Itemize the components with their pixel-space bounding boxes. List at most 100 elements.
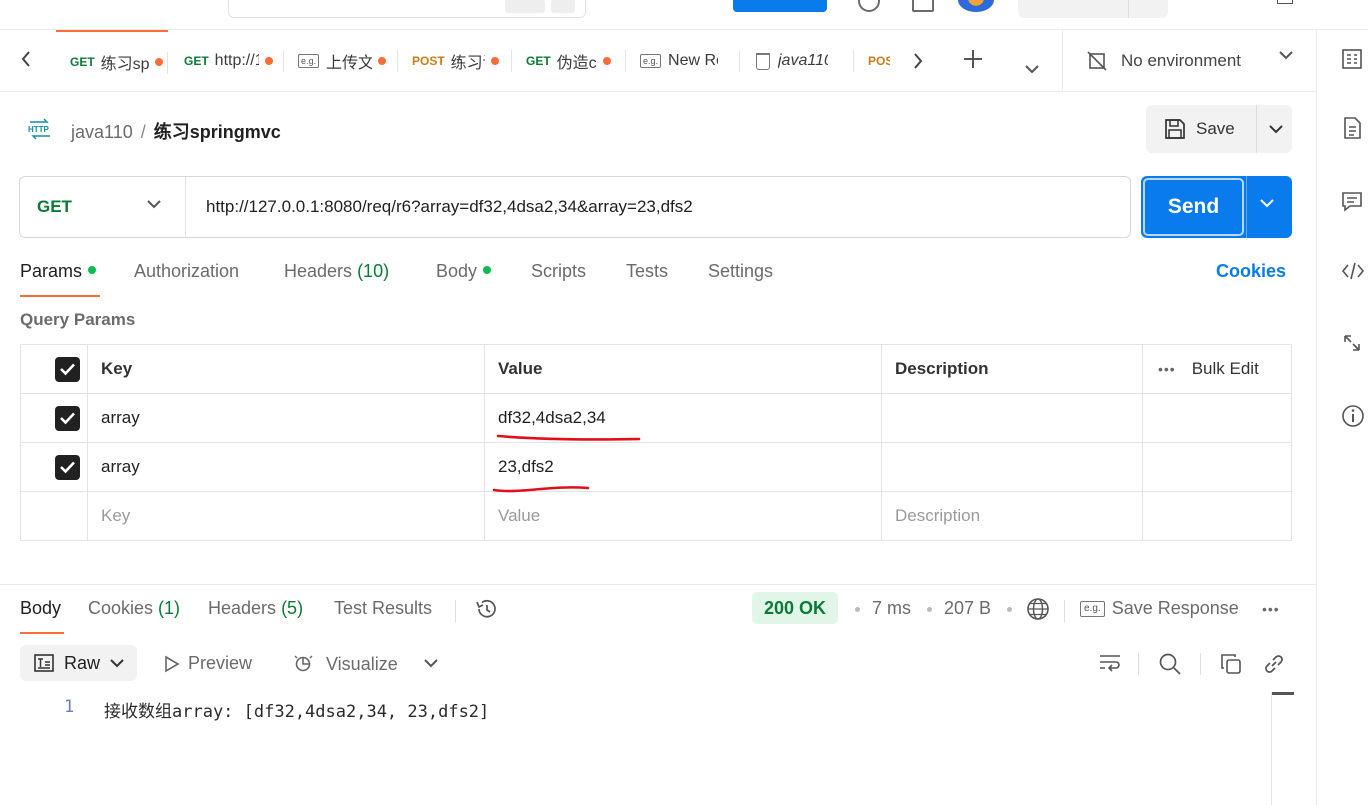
globe-icon[interactable] bbox=[1026, 597, 1050, 621]
documentation-icon[interactable] bbox=[1341, 116, 1363, 140]
method-selector[interactable]: GET bbox=[20, 177, 186, 237]
active-indicator-dot bbox=[483, 266, 492, 274]
tab-response-headers[interactable]: Headers (5) bbox=[208, 598, 303, 634]
chevron-down-icon[interactable] bbox=[1259, 198, 1275, 208]
chevron-down-icon[interactable] bbox=[1024, 54, 1040, 80]
wrap-lines-icon[interactable] bbox=[1098, 653, 1122, 673]
breadcrumb-request[interactable]: 练习springmvc bbox=[154, 122, 281, 142]
save-options-button[interactable] bbox=[1256, 105, 1292, 153]
new-value-input[interactable]: Value bbox=[485, 492, 882, 540]
url-input[interactable]: http://127.0.0.1:8080/req/r6?array=df32,… bbox=[206, 197, 693, 217]
code-snippet-icon[interactable] bbox=[1341, 260, 1365, 282]
tab-settings[interactable]: Settings bbox=[708, 261, 773, 297]
query-params-table: Key Value Description ••• Bulk Edit array… bbox=[20, 344, 1292, 541]
upgrade-button[interactable] bbox=[1018, 0, 1168, 18]
tab-label: Cookies bbox=[88, 598, 154, 618]
cookies-link[interactable]: Cookies bbox=[1216, 261, 1286, 282]
unsaved-dot bbox=[378, 57, 387, 65]
save-response-button[interactable]: e.g. Save Response bbox=[1080, 598, 1239, 619]
bulk-edit-button[interactable]: ••• Bulk Edit bbox=[1143, 345, 1291, 393]
new-key-input[interactable]: Key bbox=[88, 492, 485, 540]
visualize-button[interactable]: Visualize bbox=[292, 653, 398, 675]
send-label: Send bbox=[1143, 178, 1244, 236]
tab-tests[interactable]: Tests bbox=[626, 261, 668, 297]
link-icon[interactable] bbox=[1262, 653, 1286, 675]
avatar[interactable] bbox=[958, 0, 994, 12]
more-options-icon[interactable]: ••• bbox=[1158, 361, 1176, 377]
invite-button[interactable] bbox=[733, 0, 827, 12]
response-body-editor[interactable]: 1 接收数组array: [df32,4dsa2,34, 23,dfs2] bbox=[0, 694, 1270, 804]
history-icon[interactable] bbox=[474, 598, 498, 620]
notification-bell-icon[interactable] bbox=[912, 0, 934, 12]
bulk-edit-label: Bulk Edit bbox=[1191, 359, 1259, 378]
chevron-right-icon[interactable] bbox=[912, 50, 924, 76]
separator-dot bbox=[927, 607, 932, 612]
chevron-left-icon[interactable] bbox=[20, 50, 32, 73]
param-description[interactable] bbox=[882, 443, 1143, 491]
tab-test-results[interactable]: Test Results bbox=[334, 598, 432, 634]
param-key[interactable]: array bbox=[88, 394, 485, 442]
tab-scripts[interactable]: Scripts bbox=[531, 261, 586, 297]
select-all-checkbox[interactable] bbox=[55, 357, 80, 382]
response-time[interactable]: 7 ms bbox=[872, 598, 911, 619]
settings-icon[interactable] bbox=[858, 0, 880, 12]
search-bar[interactable] bbox=[228, 0, 586, 18]
column-header-description: Description bbox=[882, 345, 1143, 393]
more-options-icon[interactable]: ••• bbox=[1262, 601, 1280, 617]
window-maximize-icon[interactable] bbox=[1277, 0, 1293, 4]
status-badge[interactable]: 200 OK bbox=[752, 592, 839, 624]
tab-item[interactable]: java110 bbox=[740, 30, 854, 92]
tab-item[interactable]: POST bbox=[854, 30, 890, 92]
svg-text:HTTP: HTTP bbox=[28, 125, 50, 134]
separator bbox=[455, 600, 456, 622]
tab-item[interactable]: e.g. 上传文件 bbox=[284, 30, 398, 92]
chevron-down-icon[interactable] bbox=[424, 658, 438, 668]
tab-body[interactable]: Body bbox=[436, 261, 492, 297]
example-icon: e.g. bbox=[640, 54, 662, 68]
raw-format-dropdown[interactable]: Raw bbox=[20, 645, 137, 681]
tab-params[interactable]: Params bbox=[20, 261, 100, 297]
tab-authorization[interactable]: Authorization bbox=[134, 261, 239, 297]
tab-item[interactable]: e.g. New Request bbox=[626, 30, 740, 92]
save-button[interactable]: Save bbox=[1146, 105, 1292, 153]
param-key[interactable]: array bbox=[88, 443, 485, 491]
response-size[interactable]: 207 B bbox=[944, 598, 991, 619]
response-divider bbox=[0, 584, 1316, 585]
breadcrumb-collection[interactable]: java110 bbox=[71, 122, 133, 142]
row-checkbox[interactable] bbox=[55, 406, 80, 431]
tab-headers[interactable]: Headers (10) bbox=[284, 261, 389, 297]
tab-item[interactable]: GET 伪造cookie bbox=[512, 30, 626, 92]
shortcut-key bbox=[505, 0, 545, 13]
tab-item[interactable]: GET http://127.0.0.1 bbox=[170, 30, 284, 92]
tab-response-cookies[interactable]: Cookies (1) bbox=[88, 598, 180, 634]
info-icon[interactable] bbox=[1341, 404, 1365, 428]
related-collections-icon[interactable] bbox=[1341, 332, 1363, 354]
environment-quick-look-icon[interactable] bbox=[1341, 48, 1363, 70]
tab-title: 练习springmvc bbox=[100, 56, 149, 73]
active-indicator-dot bbox=[88, 266, 97, 274]
tab-response-body[interactable]: Body bbox=[20, 598, 64, 634]
tab-item[interactable]: GET 练习springmvc bbox=[56, 30, 168, 92]
tab-count: (1) bbox=[158, 598, 181, 618]
new-description-input[interactable]: Description bbox=[882, 492, 1143, 540]
new-tab-plus-icon[interactable] bbox=[962, 48, 984, 76]
copy-icon[interactable] bbox=[1220, 653, 1242, 675]
row-empty-cell bbox=[1143, 394, 1291, 442]
preview-button[interactable]: Preview bbox=[164, 653, 252, 674]
comments-icon[interactable] bbox=[1341, 190, 1363, 212]
param-value[interactable]: df32,4dsa2,34 bbox=[485, 394, 882, 442]
save-label: Save bbox=[1196, 119, 1235, 138]
param-value[interactable]: 23,dfs2 bbox=[485, 443, 882, 491]
search-icon[interactable] bbox=[1158, 653, 1182, 675]
response-scrollbar[interactable] bbox=[1271, 692, 1294, 805]
environment-selector[interactable]: No environment bbox=[1062, 30, 1316, 92]
example-icon: e.g. bbox=[298, 54, 320, 68]
scrollbar-thumb[interactable] bbox=[1272, 692, 1294, 695]
param-description[interactable] bbox=[882, 394, 1143, 442]
send-button[interactable]: Send bbox=[1141, 176, 1292, 238]
text-format-icon bbox=[34, 654, 54, 672]
tab-item[interactable]: POST 练习请求 bbox=[398, 30, 512, 92]
separator-dot bbox=[855, 607, 860, 612]
row-checkbox[interactable] bbox=[55, 455, 80, 480]
environment-label: No environment bbox=[1121, 51, 1242, 70]
